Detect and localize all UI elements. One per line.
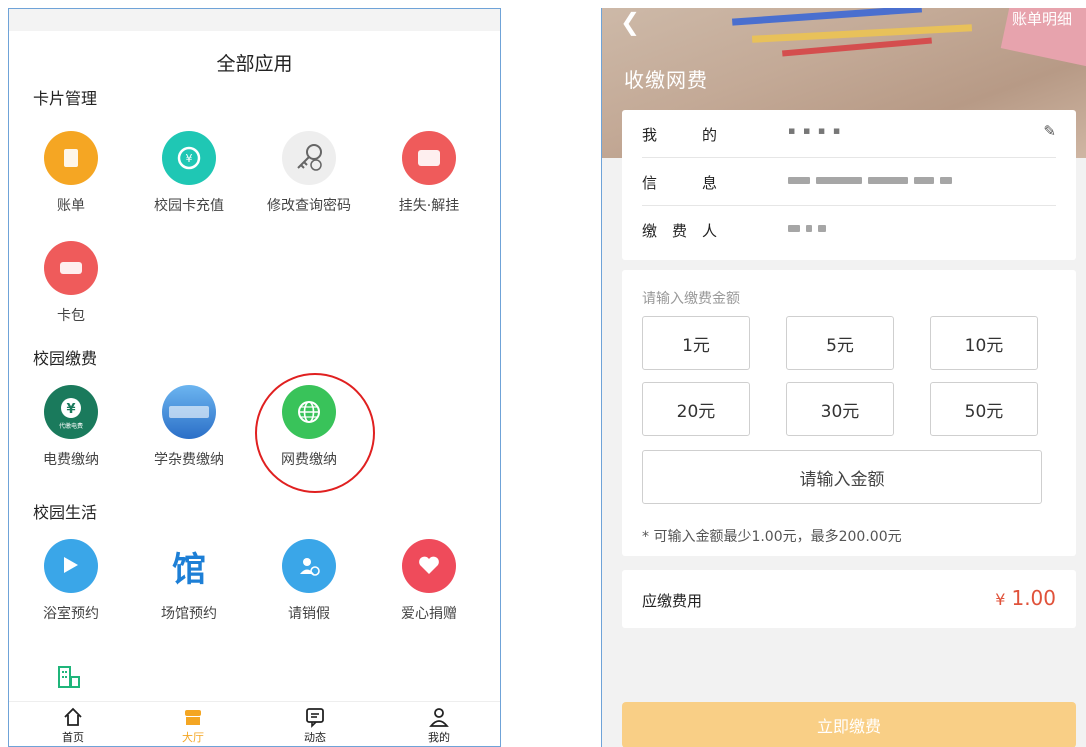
tab-news[interactable]: 动态 <box>285 702 345 745</box>
amount-option-10[interactable]: 10元 <box>930 316 1038 370</box>
amount-option-50[interactable]: 50元 <box>930 382 1038 436</box>
app-label: 浴室预约 <box>43 606 99 622</box>
amount-option-5[interactable]: 5元 <box>786 316 894 370</box>
venue-icon: 馆 <box>162 539 216 593</box>
app-label: 电费缴纳 <box>43 452 99 468</box>
app-tuition-payment[interactable]: 学杂费缴纳 <box>133 385 245 469</box>
amount-due-value: ¥1.00 <box>995 586 1056 610</box>
app-campus-card-recharge[interactable]: ¥ 校园卡充值 <box>133 131 245 215</box>
amount-option-1[interactable]: 1元 <box>642 316 750 370</box>
donate-heart-icon <box>402 539 456 593</box>
amount-due-number: 1.00 <box>1011 586 1056 610</box>
profile-icon <box>429 708 449 727</box>
amount-option-20[interactable]: 20元 <box>642 382 750 436</box>
pay-now-button[interactable]: 立即缴费 <box>622 702 1076 747</box>
info-value-redacted <box>788 220 832 236</box>
app-label: 校园卡充值 <box>154 198 224 214</box>
tab-mine[interactable]: 我的 <box>409 702 469 745</box>
card-lock-icon <box>402 131 456 185</box>
app-charity-donation[interactable]: 爱心捐赠 <box>373 539 485 623</box>
amount-due-card: 应缴费用 ¥1.00 <box>622 570 1076 628</box>
app-report-loss-unlock[interactable]: 挂失·解挂 <box>373 131 485 215</box>
info-row-info: 信 息 <box>642 158 1056 206</box>
info-row-payer: 缴 费 人 <box>642 206 1056 254</box>
tuition-icon <box>162 385 216 439</box>
currency-symbol: ¥ <box>995 590 1006 609</box>
message-icon <box>306 708 324 728</box>
section-title-campus-life: 校园生活 <box>33 503 98 522</box>
app-label: 场馆预约 <box>161 606 217 622</box>
highlight-circle <box>255 373 375 493</box>
card-wallet-icon <box>44 241 98 295</box>
svg-text:¥: ¥ <box>186 152 193 165</box>
info-value: ▪ ▪ ▪ ▪ <box>788 124 843 137</box>
shower-icon <box>44 539 98 593</box>
all-apps-screen: 全部应用 卡片管理 账单 ¥ 校园卡充值 修改查询密码 挂失·解挂 卡包 校园缴… <box>8 8 501 747</box>
info-key: 信 息 <box>642 174 718 192</box>
app-electricity-payment[interactable]: ¥ 代缴电费 电费缴纳 <box>15 385 127 469</box>
app-card-wallet[interactable]: 卡包 <box>15 241 127 325</box>
section-title-campus-payment: 校园缴费 <box>33 349 98 368</box>
bill-details-link[interactable]: 账单明细 <box>1012 8 1072 29</box>
bottom-tab-bar: 首页 大厅 动态 我的 <box>9 701 500 746</box>
electricity-icon: ¥ 代缴电费 <box>44 385 98 439</box>
building-icon[interactable] <box>57 663 83 689</box>
recharge-icon: ¥ <box>162 131 216 185</box>
app-leave-request[interactable]: 请销假 <box>253 539 365 623</box>
amount-option-30[interactable]: 30元 <box>786 382 894 436</box>
app-label: 请销假 <box>288 606 330 622</box>
app-bathroom-booking[interactable]: 浴室预约 <box>15 539 127 623</box>
app-label: 挂失·解挂 <box>398 198 460 214</box>
app-label: 学杂费缴纳 <box>154 452 224 468</box>
tab-home[interactable]: 首页 <box>43 702 103 745</box>
app-bill[interactable]: 账单 <box>15 131 127 215</box>
amount-hint: 请输入缴费金额 <box>642 291 740 307</box>
info-row-mine: 我 的 ▪ ▪ ▪ ▪ ✎ <box>642 110 1056 158</box>
app-label: 账单 <box>57 198 85 214</box>
edit-pencil-icon[interactable]: ✎ <box>1043 122 1056 140</box>
internet-fee-screen: ❮ 账单明细 收缴网费 我 的 ▪ ▪ ▪ ▪ ✎ 信 息 缴 费 人 请输入缴… <box>601 8 1086 747</box>
custom-amount-input[interactable]: 请输入金额 <box>642 450 1042 504</box>
back-chevron-icon[interactable]: ❮ <box>620 8 640 36</box>
home-icon <box>64 707 82 726</box>
app-label: 卡包 <box>57 308 85 324</box>
info-key: 缴 费 人 <box>642 222 718 240</box>
hall-icon <box>185 710 201 725</box>
page-title: 全部应用 <box>216 53 293 75</box>
app-label: 爱心捐赠 <box>401 606 457 622</box>
svg-text:¥: ¥ <box>66 402 75 417</box>
svg-text:代缴电费: 代缴电费 <box>59 422 83 430</box>
amount-due-label: 应缴费用 <box>642 592 703 610</box>
info-key: 我 的 <box>642 126 718 144</box>
key-icon <box>282 131 336 185</box>
section-title-card-management: 卡片管理 <box>33 89 98 108</box>
app-venue-booking[interactable]: 馆 场馆预约 <box>133 539 245 623</box>
amount-limit-note: * 可输入金额最少1.00元，最多200.00元 <box>642 529 902 545</box>
tab-hall[interactable]: 大厅 <box>163 702 223 745</box>
payer-info-card: 我 的 ▪ ▪ ▪ ▪ ✎ 信 息 缴 费 人 <box>622 110 1076 260</box>
bill-icon <box>44 131 98 185</box>
info-value-redacted <box>788 172 958 188</box>
page-title: 收缴网费 <box>624 68 708 92</box>
app-change-query-password[interactable]: 修改查询密码 <box>253 131 365 215</box>
app-label: 修改查询密码 <box>267 198 351 214</box>
leave-icon <box>282 539 336 593</box>
status-bar <box>9 9 500 31</box>
amount-card: 请输入缴费金额 1元 5元 10元 20元 30元 50元 请输入金额 * 可输… <box>622 270 1076 556</box>
